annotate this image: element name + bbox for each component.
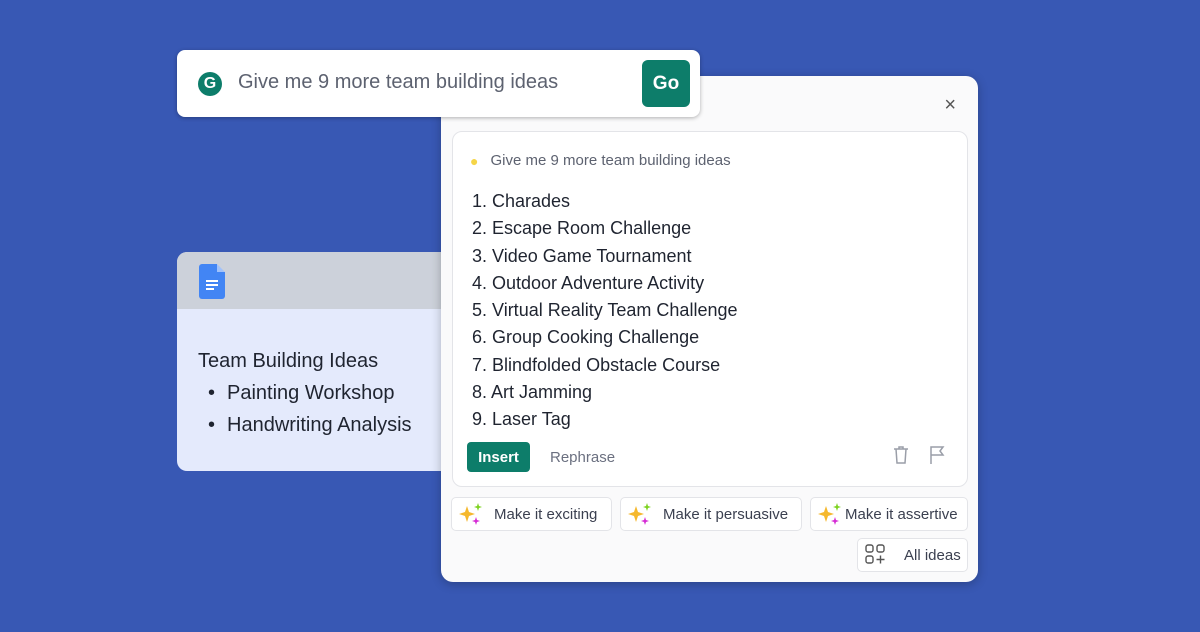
grammarly-logo-icon: G xyxy=(198,72,222,96)
go-button[interactable]: Go xyxy=(642,60,690,107)
rephrase-button[interactable]: Rephrase xyxy=(550,449,615,466)
sparkle-icon xyxy=(818,503,841,525)
grammarly-panel: × ● Give me 9 more team building ideas 1… xyxy=(441,76,978,582)
ideas-list: 1. Charades 2. Escape Room Challenge 3. … xyxy=(472,188,737,434)
list-item: 4. Outdoor Adventure Activity xyxy=(472,272,705,293)
chip-label: Make it persuasive xyxy=(663,505,789,523)
close-icon[interactable]: × xyxy=(944,94,956,117)
doc-bullet: Handwriting Analysis xyxy=(208,409,457,441)
lightbulb-icon: ● xyxy=(470,152,479,169)
doc-bullet: Painting Workshop xyxy=(208,377,457,409)
sparkle-icon xyxy=(628,503,651,525)
chip-label: Make it assertive xyxy=(845,505,958,523)
list-item: 1. Charades xyxy=(472,191,571,211)
make-it-assertive-chip[interactable]: Make it assertive xyxy=(810,497,968,531)
google-doc-card: Team Building Ideas Painting Workshop Ha… xyxy=(177,252,457,471)
trash-icon[interactable] xyxy=(891,444,911,466)
insert-button[interactable]: Insert xyxy=(467,442,530,472)
chip-label: Make it exciting xyxy=(494,505,598,523)
all-ideas-button[interactable]: All ideas xyxy=(857,538,968,572)
result-card: ● Give me 9 more team building ideas 1. … xyxy=(452,131,968,487)
list-item: 7. Blindfolded Obstacle Course xyxy=(472,354,721,375)
list-item: 6. Group Cooking Challenge xyxy=(472,327,700,348)
doc-title: Team Building Ideas xyxy=(198,350,379,372)
list-item: 9. Laser Tag xyxy=(472,409,571,430)
prompt-input[interactable]: Give me 9 more team building ideas xyxy=(238,71,558,94)
google-docs-icon xyxy=(199,264,225,299)
list-item: 3. Video Game Tournament xyxy=(472,245,692,266)
grid-icon xyxy=(865,544,885,564)
doc-body: Team Building Ideas Painting Workshop Ha… xyxy=(177,309,457,441)
doc-header xyxy=(177,252,457,309)
list-item: 5. Virtual Reality Team Challenge xyxy=(472,300,738,321)
list-item: 8. Art Jamming xyxy=(472,382,593,403)
make-it-persuasive-chip[interactable]: Make it persuasive xyxy=(620,497,802,531)
prompt-bar: G Give me 9 more team building ideas Go xyxy=(177,50,700,117)
sparkle-icon xyxy=(459,503,482,525)
list-item: 2. Escape Room Challenge xyxy=(472,218,692,239)
all-ideas-label: All ideas xyxy=(904,546,961,564)
prompt-text: Give me 9 more team building ideas xyxy=(490,152,731,169)
make-it-exciting-chip[interactable]: Make it exciting xyxy=(451,497,612,531)
prompt-echo: ● Give me 9 more team building ideas xyxy=(470,152,731,169)
flag-icon[interactable] xyxy=(927,444,947,466)
